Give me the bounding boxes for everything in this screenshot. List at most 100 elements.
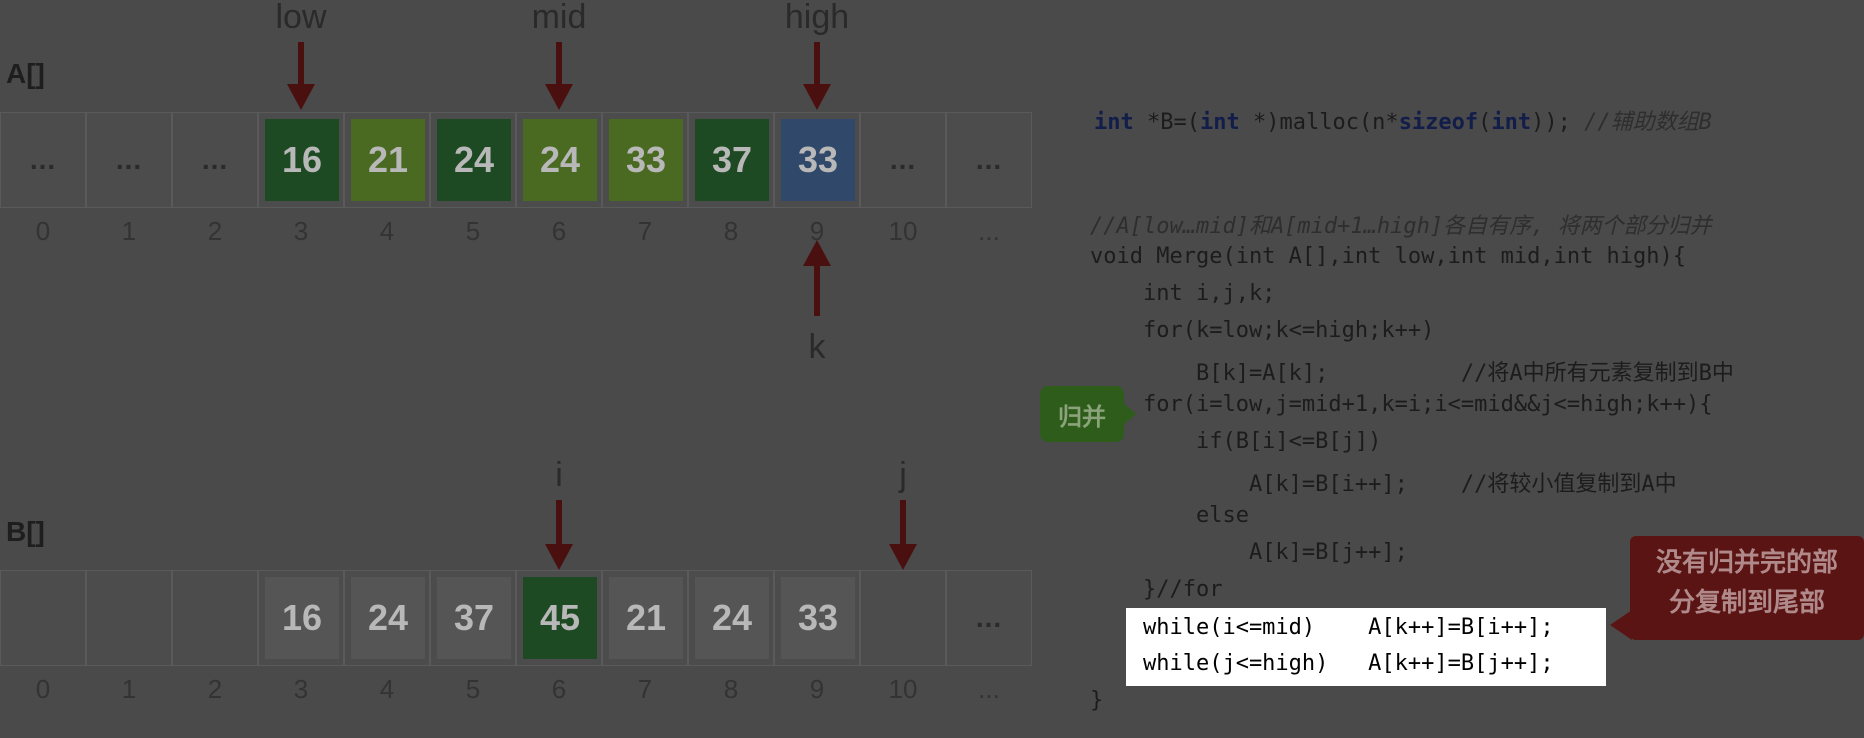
remainder-badge-pointer [1610,610,1632,640]
array-cell: 24 [344,570,430,666]
code-line-comment: //A[low…mid]和A[mid+1…high]各自有序, 将两个部分归并 [1090,214,1712,239]
index-label: 9 [809,674,825,704]
code-comment-aux: //辅助数组B [1584,110,1712,135]
code-line-decl: int i,j,k; [1090,281,1276,306]
cell-value: 45 [523,577,597,659]
cell-value: 33 [781,577,855,659]
remainder-badge-line1: 没有归并完的部 [1655,547,1838,577]
cell-ellipsis: ... [115,144,143,175]
array-cell [172,570,258,666]
array-cell [860,570,946,666]
down-arrow-icon [545,500,573,570]
code-line-else: else [1090,503,1249,528]
index-label: 2 [207,216,223,246]
index-label: 3 [293,216,309,246]
cell-value: 24 [523,119,597,201]
array-a-cells: ......... 16 21 24 24 33 37 33...... [0,112,1032,208]
array-cell: ... [0,112,86,208]
pointer-label: high [784,0,850,36]
down-arrow-icon [287,42,315,110]
index-label: 5 [465,674,481,704]
index-label: 7 [637,216,653,246]
index-label: ... [978,216,1000,246]
code-line-copy: B[k]=A[k]; //将A中所有元素复制到B中 [1090,361,1734,386]
array-cell: 33 [774,112,860,208]
array-cell: 37 [688,112,774,208]
cell-value: 24 [351,577,425,659]
array-cell: 21 [602,570,688,666]
array-cell: ... [946,112,1032,208]
index-label: 10 [888,674,918,704]
code-highlight-box: while(i<=mid) A[k++]=B[i++]; while(j<=hi… [1126,608,1606,686]
code-line-while2: while(j<=high) A[k++]=B[j++]; [1090,651,1554,676]
array-cell: ... [946,570,1032,666]
code-line-for1: for(k=low;k<=high;k++) [1090,318,1435,343]
code-line-if: if(B[i]<=B[j]) [1090,429,1382,454]
down-arrow-icon [545,42,573,110]
cell-ellipsis: ... [201,144,229,175]
index-label: 2 [207,674,223,704]
cell-value: 24 [437,119,511,201]
array-cell: 24 [516,112,602,208]
code-line-while1: while(i<=mid) A[k++]=B[i++]; [1090,615,1554,640]
array-cell: ... [860,112,946,208]
array-a-name: A[] [6,58,45,89]
code-line-endfor: }//for [1090,577,1223,602]
remainder-badge: 没有归并完的部 分复制到尾部 [1630,536,1864,640]
array-cell [86,570,172,666]
index-label: 1 [121,674,137,704]
index-label: 0 [35,216,51,246]
code-line-func: void Merge(int A[],int low,int mid,int h… [1090,244,1687,269]
pointer-label: low [275,0,327,36]
index-label: 1 [121,216,137,246]
index-label: 10 [888,216,918,246]
cell-ellipsis: ... [975,602,1003,633]
array-cell: 33 [602,112,688,208]
array-cell [0,570,86,666]
cell-value: 16 [265,119,339,201]
array-cell: ... [86,112,172,208]
merge-badge: 归并 [1040,386,1124,442]
cell-value: 21 [351,119,425,201]
array-cell: 21 [344,112,430,208]
remainder-badge-line2: 分复制到尾部 [1668,587,1825,617]
index-label: 8 [723,216,739,246]
index-label: 6 [551,674,567,704]
pointer-label: mid [531,0,587,36]
code-line-for2: for(i=low,j=mid+1,k=i;i<=mid&&j<=high;k+… [1090,392,1713,417]
cell-ellipsis: ... [29,144,57,175]
cell-value: 37 [695,119,769,201]
array-cell: 24 [688,570,774,666]
array-cell: 24 [430,112,516,208]
array-cell: 37 [430,570,516,666]
pointer-label: i [555,456,563,494]
cell-value: 33 [781,119,855,201]
pointer-label: k [808,328,826,366]
array-b-name: B[] [6,516,45,547]
pointer-label: j [899,456,907,494]
cell-value: 16 [265,577,339,659]
down-arrow-icon [889,500,917,570]
cell-value: 37 [437,577,511,659]
cell-value: 24 [695,577,769,659]
index-label: ... [978,674,1000,704]
array-cell: 16 [258,112,344,208]
code-line-assign2: A[k]=B[j++]; [1090,540,1408,565]
cell-value: 33 [609,119,683,201]
index-label: 4 [379,674,395,704]
index-label: 4 [379,216,395,246]
code-line-assign1: A[k]=B[i++]; //将较小值复制到A中 [1090,472,1677,497]
index-label: 0 [35,674,51,704]
index-label: 6 [551,216,567,246]
array-cell: 33 [774,570,860,666]
index-label: 3 [293,674,309,704]
array-cell: 16 [258,570,344,666]
merge-badge-pointer [1122,402,1136,426]
array-cell: ... [172,112,258,208]
up-arrow-icon [803,240,831,316]
cell-value: 21 [609,577,683,659]
code-line-close: } [1090,688,1104,713]
code-line-malloc: int *B=(int *)malloc(n*sizeof(int)); //辅… [1094,110,1712,135]
down-arrow-icon [803,42,831,110]
array-cell: 45 [516,570,602,666]
